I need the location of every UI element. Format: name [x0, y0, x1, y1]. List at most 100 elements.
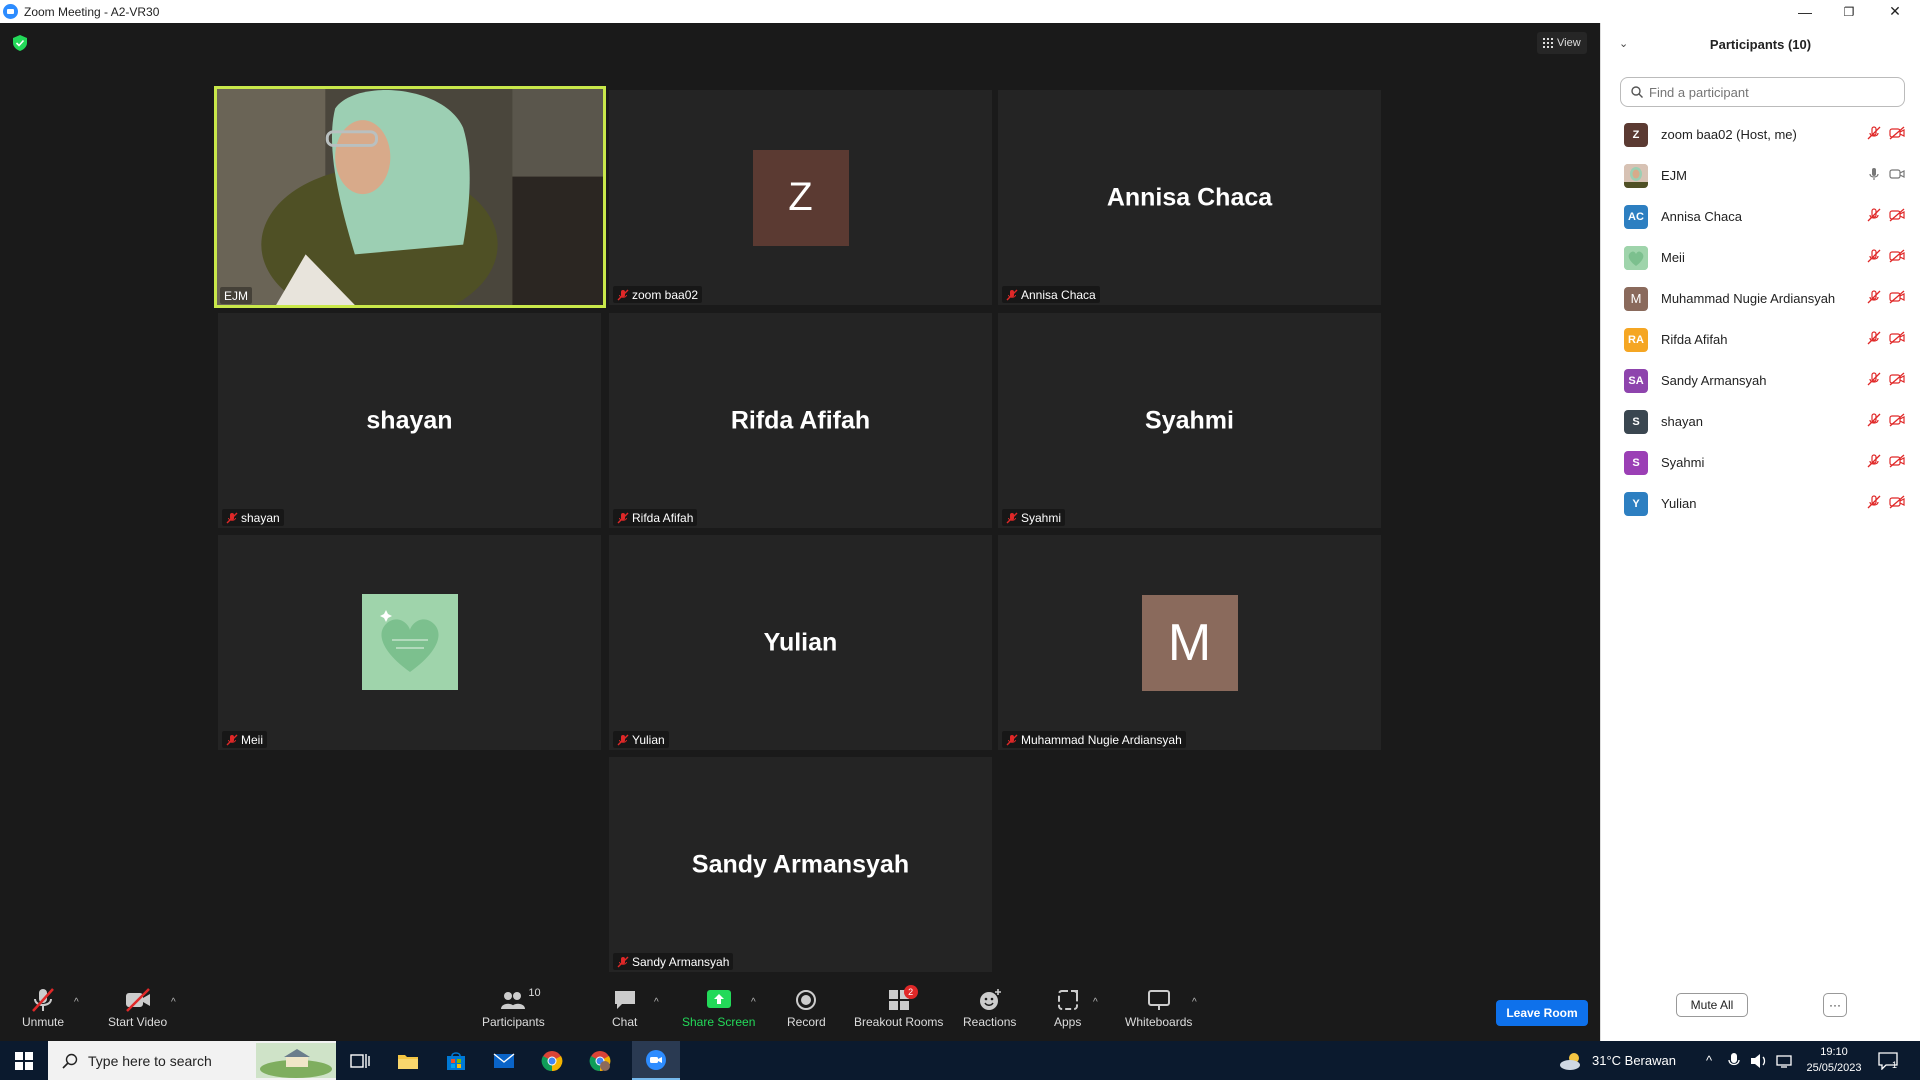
- participants-button[interactable]: 10 Participants: [482, 987, 545, 1029]
- tile-display-name: Syahmi: [1145, 406, 1234, 434]
- participant-row[interactable]: Y Yulian: [1601, 483, 1920, 524]
- video-tile-annisa-chaca[interactable]: Annisa Chaca Annisa Chaca: [998, 90, 1381, 305]
- breakout-rooms-button[interactable]: 2 Breakout Rooms: [854, 985, 943, 1029]
- muted-mic-icon[interactable]: [1867, 331, 1881, 345]
- participant-search-input[interactable]: [1649, 84, 1889, 100]
- apps-button[interactable]: Apps: [1054, 987, 1081, 1029]
- video-off-icon[interactable]: [1889, 372, 1905, 386]
- network-icon: [1776, 1054, 1792, 1068]
- restore-button[interactable]: ❐: [1826, 0, 1872, 23]
- share-options-caret[interactable]: ^: [751, 997, 756, 1008]
- video-tile-sandy-armansyah[interactable]: Sandy Armansyah Sandy Armansyah: [609, 757, 992, 972]
- start-video-button[interactable]: Start Video: [108, 987, 167, 1029]
- windows-logo-icon: [15, 1051, 33, 1070]
- minimize-button[interactable]: —: [1782, 0, 1828, 23]
- participant-row[interactable]: RA Rifda Afifah: [1601, 319, 1920, 360]
- video-tile-meii[interactable]: Meii: [218, 535, 601, 750]
- muted-mic-icon[interactable]: [1867, 454, 1881, 468]
- volume-tray[interactable]: [1750, 1041, 1768, 1080]
- more-options-button[interactable]: ···: [1823, 993, 1847, 1017]
- chrome-button[interactable]: [528, 1041, 576, 1080]
- record-button[interactable]: Record: [787, 987, 826, 1029]
- unmute-button[interactable]: Unmute: [22, 987, 64, 1029]
- tile-display-name: Yulian: [763, 628, 838, 656]
- task-view-button[interactable]: [336, 1041, 384, 1080]
- muted-mic-icon[interactable]: [1867, 413, 1881, 427]
- participant-row[interactable]: S Syahmi: [1601, 442, 1920, 483]
- video-options-caret[interactable]: ^: [171, 997, 176, 1008]
- microphone-tray[interactable]: [1728, 1041, 1740, 1080]
- leave-room-button[interactable]: Leave Room: [1496, 1000, 1588, 1026]
- video-off-icon[interactable]: [1889, 413, 1905, 427]
- reactions-button[interactable]: Reactions: [963, 987, 1016, 1029]
- search-highlight-illustration: [256, 1043, 336, 1078]
- apps-icon: [1057, 987, 1079, 1013]
- chrome-profile-button[interactable]: [576, 1041, 624, 1080]
- participant-row[interactable]: AC Annisa Chaca: [1601, 196, 1920, 237]
- muted-mic-icon[interactable]: [1867, 126, 1881, 140]
- video-tile-muhammad-nugie[interactable]: M Muhammad Nugie Ardiansyah: [998, 535, 1381, 750]
- video-off-icon[interactable]: [1889, 249, 1905, 263]
- microphone-icon[interactable]: [1867, 167, 1881, 181]
- show-hidden-icons-button[interactable]: ^: [1706, 1041, 1712, 1080]
- participant-row[interactable]: SA Sandy Armansyah: [1601, 360, 1920, 401]
- start-button[interactable]: [0, 1041, 48, 1080]
- close-button[interactable]: ✕: [1872, 0, 1918, 23]
- taskbar-clock[interactable]: 19:10 25/05/2023: [1798, 1044, 1870, 1076]
- zoom-taskbar-button[interactable]: [632, 1041, 680, 1080]
- video-tile-shayan[interactable]: shayan shayan: [218, 313, 601, 528]
- weather-widget[interactable]: 31°C Berawan: [1558, 1041, 1676, 1080]
- participant-row[interactable]: M Muhammad Nugie Ardiansyah: [1601, 278, 1920, 319]
- mute-all-button[interactable]: Mute All: [1676, 993, 1748, 1017]
- video-tile-yulian[interactable]: Yulian Yulian: [609, 535, 992, 750]
- tile-name-label: Syahmi: [1002, 509, 1066, 526]
- microsoft-store-button[interactable]: [432, 1041, 480, 1080]
- muted-mic-icon[interactable]: [1867, 208, 1881, 222]
- participant-row[interactable]: EJM: [1601, 155, 1920, 196]
- muted-mic-icon: [617, 734, 629, 745]
- share-screen-button[interactable]: Share Screen: [682, 987, 755, 1029]
- shield-icon[interactable]: [13, 35, 27, 51]
- task-view-icon: [350, 1053, 370, 1068]
- record-icon: [795, 987, 817, 1013]
- video-tile-syahmi[interactable]: Syahmi Syahmi: [998, 313, 1381, 528]
- video-off-icon[interactable]: [1889, 208, 1905, 222]
- file-explorer-button[interactable]: [384, 1041, 432, 1080]
- tile-display-name: Annisa Chaca: [1106, 183, 1273, 211]
- tile-name-label: Rifda Afifah: [613, 509, 698, 526]
- video-icon[interactable]: [1889, 167, 1905, 181]
- mail-button[interactable]: [480, 1041, 528, 1080]
- video-tile-zoom-baa02[interactable]: Z zoom baa02: [609, 90, 992, 305]
- video-off-icon[interactable]: [1889, 331, 1905, 345]
- muted-mic-icon[interactable]: [1867, 495, 1881, 509]
- video-tile-rifda-afifah[interactable]: Rifda Afifah Rifda Afifah: [609, 313, 992, 528]
- muted-mic-icon[interactable]: [1867, 290, 1881, 304]
- chat-icon: [613, 987, 637, 1013]
- taskbar-search-box[interactable]: Type here to search: [48, 1041, 336, 1080]
- chat-options-caret[interactable]: ^: [654, 997, 659, 1008]
- network-tray[interactable]: [1776, 1041, 1794, 1080]
- participants-panel: ⌄ Participants (10) Z zoom baa02 (Host, …: [1600, 23, 1920, 1041]
- video-tile-ejm[interactable]: EJM: [214, 86, 606, 308]
- view-button[interactable]: View: [1537, 32, 1587, 54]
- whiteboards-button[interactable]: Whiteboards: [1125, 987, 1192, 1029]
- participant-row[interactable]: Meii: [1601, 237, 1920, 278]
- chat-button[interactable]: Chat: [612, 987, 637, 1029]
- muted-mic-icon[interactable]: [1867, 249, 1881, 263]
- apps-options-caret[interactable]: ^: [1093, 997, 1098, 1008]
- muted-mic-icon[interactable]: [1867, 372, 1881, 386]
- reactions-icon: [978, 987, 1002, 1013]
- participant-row[interactable]: Z zoom baa02 (Host, me): [1601, 114, 1920, 155]
- video-off-icon[interactable]: [1889, 126, 1905, 140]
- video-off-icon[interactable]: [1889, 290, 1905, 304]
- participant-search-box[interactable]: [1620, 77, 1905, 107]
- meeting-toolbar: Unmute ^ Start Video ^ 10 Participants C…: [0, 981, 1600, 1041]
- avatar: Z: [1624, 122, 1648, 147]
- participant-row[interactable]: S shayan: [1601, 401, 1920, 442]
- profile-photo: [1624, 245, 1648, 270]
- video-off-icon[interactable]: [1889, 495, 1905, 509]
- whiteboards-options-caret[interactable]: ^: [1192, 997, 1197, 1008]
- video-off-icon[interactable]: [1889, 454, 1905, 468]
- audio-options-caret[interactable]: ^: [74, 997, 79, 1008]
- notification-center-button[interactable]: 1: [1878, 1041, 1898, 1080]
